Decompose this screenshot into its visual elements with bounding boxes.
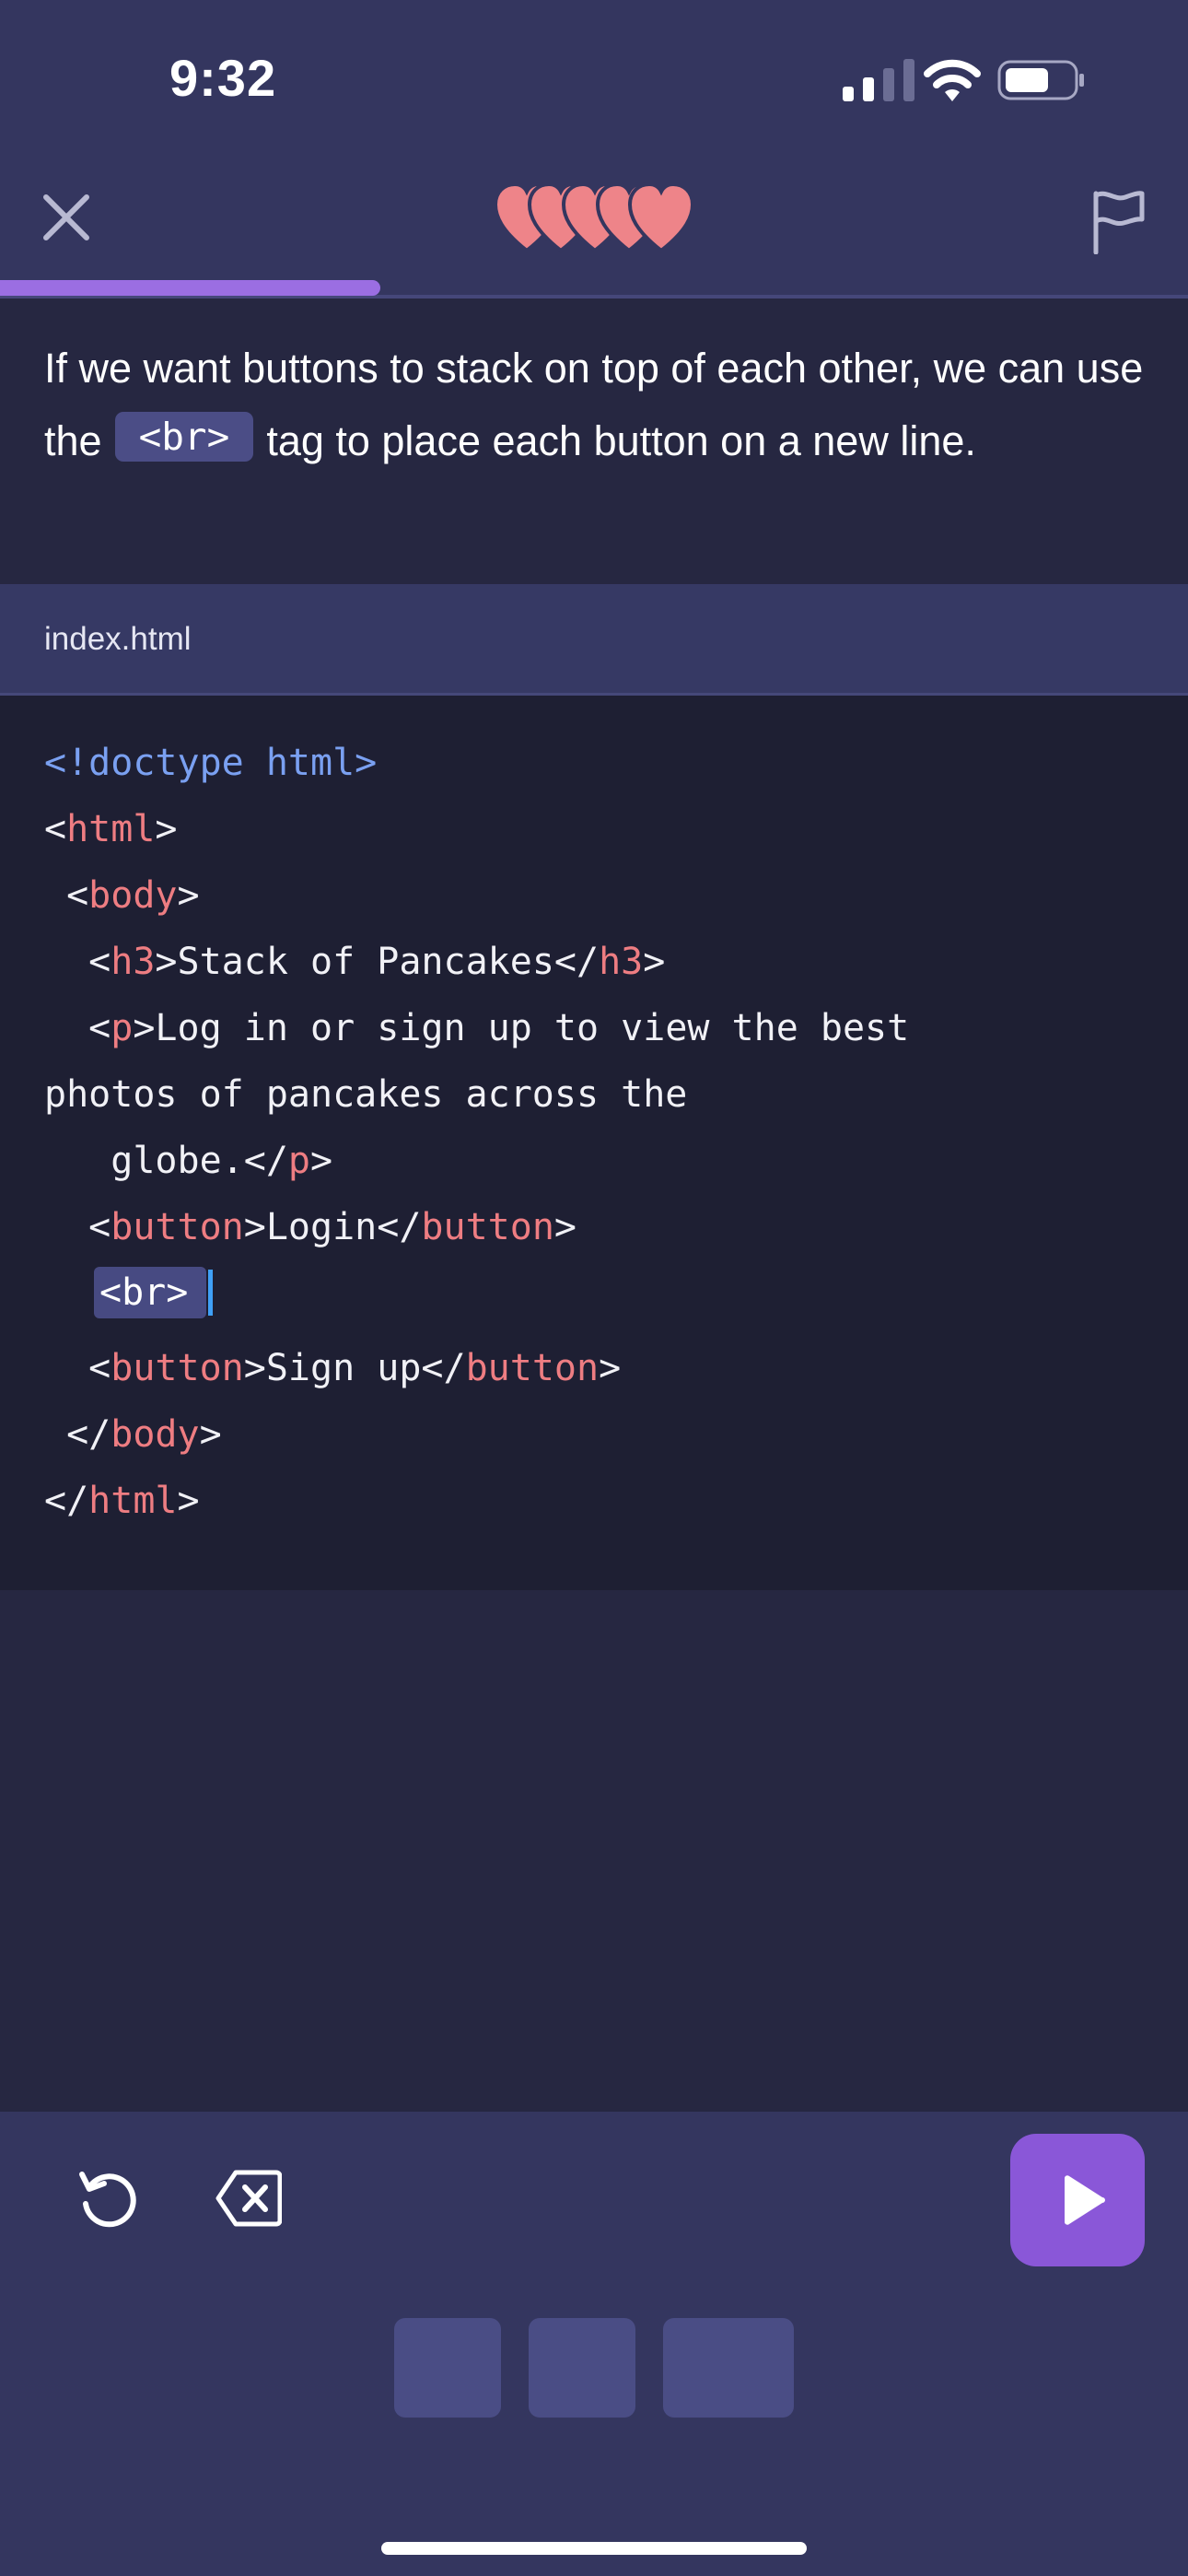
code-line: <button>Sign up</button>	[44, 1347, 622, 1389]
code-line: <body>	[44, 874, 200, 917]
status-time: 9:32	[169, 49, 277, 107]
instruction-text: If we want buttons to stack on top of ea…	[44, 345, 1144, 464]
wifi-icon	[924, 59, 981, 101]
run-button[interactable]	[1010, 2134, 1145, 2266]
code-line: <button>Login</button>	[44, 1206, 577, 1248]
lives-hearts	[494, 182, 694, 253]
file-name: index.html	[44, 621, 192, 657]
inline-code-br: <br>	[114, 412, 254, 462]
close-icon[interactable]	[37, 188, 96, 247]
work-area	[0, 1590, 1188, 2112]
code-line: <!doctype html>	[44, 742, 378, 784]
battery-icon	[997, 60, 1084, 100]
home-indicator	[381, 2542, 807, 2555]
answer-slot[interactable]	[663, 2318, 794, 2418]
code-line: </body>	[44, 1413, 222, 1456]
text-cursor	[208, 1270, 213, 1316]
answer-slot[interactable]	[394, 2318, 501, 2418]
answer-slot[interactable]	[529, 2318, 635, 2418]
code-line: </html>	[44, 1480, 200, 1522]
flag-icon[interactable]	[1090, 188, 1147, 254]
code-line: <html>	[44, 808, 178, 850]
undo-icon[interactable]	[76, 2167, 141, 2231]
code-line: <h3>Stack of Pancakes</h3>	[44, 941, 666, 983]
code-line: globe.</p>	[44, 1140, 333, 1182]
backspace-icon[interactable]	[215, 2169, 282, 2228]
play-icon	[1065, 2175, 1105, 2225]
progress-bar	[0, 280, 380, 296]
inserted-br-token[interactable]: <br>	[94, 1267, 206, 1318]
cellular-signal-icon	[843, 59, 914, 101]
code-line: <p>Log in or sign up to view the best	[44, 1007, 910, 1049]
code-line: photos of pancakes across the	[44, 1073, 688, 1116]
